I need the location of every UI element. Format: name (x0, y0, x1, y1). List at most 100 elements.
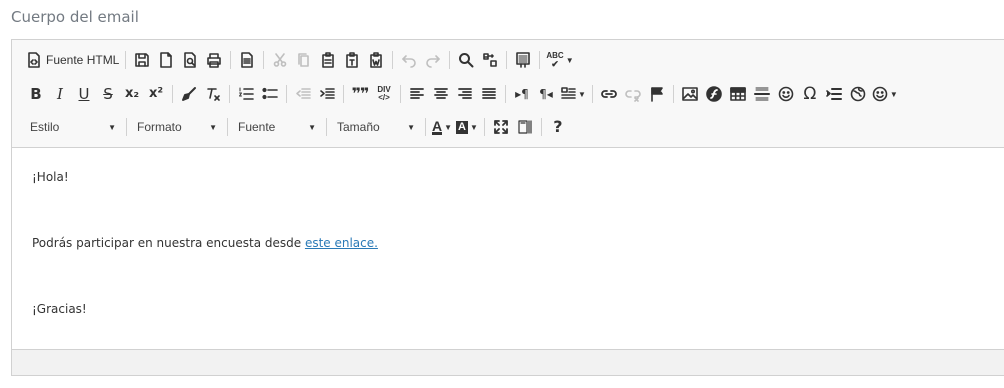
help-button[interactable]: ? (546, 115, 570, 139)
editor-content[interactable]: ¡Hola! Podrás participar en nuestra encu… (12, 148, 1004, 348)
remove-format-button[interactable] (201, 82, 225, 106)
rtl-button[interactable]: ¶◂ (534, 82, 558, 106)
align-center-icon (434, 88, 448, 99)
rtl-icon: ¶◂ (539, 87, 553, 101)
chevron-down-icon: ▼ (407, 122, 415, 132)
emoji-button[interactable]: ▼ (870, 82, 900, 106)
align-right-button[interactable] (453, 82, 477, 106)
toolbar-row-1: Fuente HTML ABC ✔ ▼ (24, 47, 576, 73)
blockquote-button[interactable]: ❞❞ (348, 82, 372, 106)
font-dropdown[interactable]: Fuente ▼ (232, 116, 322, 138)
remove-format-icon (207, 88, 220, 101)
underline-button[interactable]: U (72, 82, 96, 106)
indent-button[interactable] (315, 82, 339, 106)
undo-button[interactable] (397, 48, 421, 72)
save-button[interactable] (130, 48, 154, 72)
bg-color-button[interactable]: A ▼ (454, 115, 480, 139)
separator (326, 118, 327, 136)
language-icon (561, 87, 576, 99)
cut-icon (274, 53, 287, 67)
cut-button[interactable] (268, 48, 292, 72)
italic-button[interactable]: I (48, 82, 72, 106)
copy-button[interactable] (292, 48, 316, 72)
templates-button[interactable] (235, 48, 259, 72)
anchor-button[interactable] (645, 82, 669, 106)
new-page-button[interactable] (154, 48, 178, 72)
flash-icon (706, 86, 722, 102)
replace-button[interactable] (478, 48, 502, 72)
copy-icon (298, 53, 310, 67)
chevron-down-icon: ▼ (444, 122, 453, 132)
source-button[interactable]: Fuente HTML (24, 48, 121, 72)
find-button[interactable] (454, 48, 478, 72)
outdent-button[interactable] (291, 82, 315, 106)
paste-text-button[interactable] (340, 48, 364, 72)
redo-button[interactable] (421, 48, 445, 72)
source-label: Fuente HTML (46, 53, 120, 67)
style-dropdown[interactable]: Estilo ▼ (24, 116, 122, 138)
paste-text-icon (346, 52, 359, 68)
style-dropdown-label: Estilo (30, 120, 60, 134)
separator (126, 118, 127, 136)
spellcheck-button[interactable]: ABC ✔ ▼ (544, 48, 575, 72)
link-button[interactable] (597, 82, 621, 106)
page-break-icon (826, 88, 842, 100)
preview-button[interactable] (178, 48, 202, 72)
image-button[interactable] (678, 82, 702, 106)
select-all-button[interactable] (511, 48, 535, 72)
field-label: Cuerpo del email (11, 8, 139, 26)
ltr-button[interactable]: ▸¶ (510, 82, 534, 106)
rich-text-editor: Fuente HTML ABC ✔ ▼ B I U S x₂ x² ❞❞ DIV… (11, 39, 1004, 376)
page-break-button[interactable] (822, 82, 846, 106)
superscript-icon: x² (148, 86, 164, 101)
outdent-icon (296, 88, 311, 99)
paste-word-icon (370, 52, 383, 68)
iframe-button[interactable] (846, 82, 870, 106)
create-div-button[interactable]: DIV </> (372, 82, 396, 106)
align-left-button[interactable] (405, 82, 429, 106)
separator (425, 118, 426, 136)
italic-icon: I (57, 85, 63, 103)
toolbar-row-3: Estilo ▼ Formato ▼ Fuente ▼ Tamaño ▼ A ▼ (24, 114, 570, 140)
table-button[interactable] (726, 82, 750, 106)
justify-button[interactable] (477, 82, 501, 106)
paste-button[interactable] (316, 48, 340, 72)
horizontal-rule-button[interactable] (750, 82, 774, 106)
format-dropdown[interactable]: Formato ▼ (131, 116, 223, 138)
bulleted-list-button[interactable] (258, 82, 282, 106)
align-left-icon (410, 88, 424, 99)
align-right-icon (458, 88, 472, 99)
print-button[interactable] (202, 48, 226, 72)
select-all-icon (516, 52, 531, 68)
separator (125, 51, 127, 69)
strikethrough-button[interactable]: S (96, 82, 120, 106)
superscript-button[interactable]: x² (144, 82, 168, 106)
greeting-text: ¡Hola! (32, 170, 69, 184)
paste-word-button[interactable] (364, 48, 388, 72)
size-dropdown[interactable]: Tamaño ▼ (331, 116, 421, 138)
bg-color-icon: A (456, 120, 468, 134)
smiley-button[interactable] (774, 82, 798, 106)
subscript-button[interactable]: x₂ (120, 82, 144, 106)
globe-icon (850, 86, 866, 102)
text-color-button[interactable]: A ▼ (430, 115, 454, 139)
body-text: Podrás participar en nuestra encuesta de… (32, 236, 305, 250)
editor-footer (12, 349, 1004, 375)
maximize-icon (494, 120, 508, 134)
survey-link[interactable]: este enlace. (305, 236, 378, 250)
maximize-button[interactable] (489, 115, 513, 139)
numbered-list-button[interactable] (234, 82, 258, 106)
show-blocks-button[interactable] (513, 115, 537, 139)
copy-format-button[interactable] (177, 82, 201, 106)
flash-button[interactable] (702, 82, 726, 106)
bold-button[interactable]: B (24, 82, 48, 106)
separator (227, 118, 228, 136)
separator (449, 51, 451, 69)
justify-icon (482, 88, 496, 99)
undo-icon (402, 55, 417, 68)
unlink-button[interactable] (621, 82, 645, 106)
special-char-button[interactable]: Ω (798, 82, 822, 106)
separator (343, 85, 344, 103)
align-center-button[interactable] (429, 82, 453, 106)
language-button[interactable]: ▼ (558, 82, 588, 106)
